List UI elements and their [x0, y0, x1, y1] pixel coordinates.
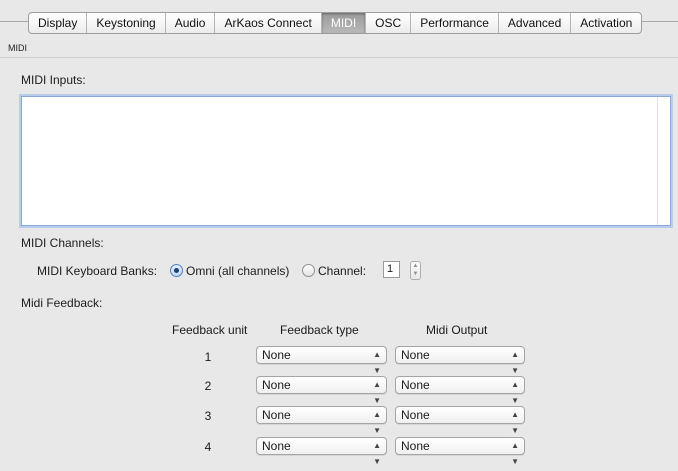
updown-arrows-icon: ▲ ▼ [373, 410, 381, 435]
updown-arrows-icon: ▲ ▼ [511, 441, 519, 466]
select-value: None [401, 408, 430, 422]
select-value: None [262, 408, 291, 422]
midi-feedback-label: Midi Feedback: [21, 296, 103, 310]
feedback-unit-number: 4 [204, 440, 212, 454]
updown-arrows-icon: ▲ ▼ [373, 350, 381, 375]
midi-inputs-scrollbar[interactable] [657, 97, 670, 225]
tab-activation[interactable]: Activation [571, 13, 641, 33]
select-value: None [262, 439, 291, 453]
feedback-unit-number: 1 [204, 350, 212, 364]
tab-arkaos-connect[interactable]: ArKaos Connect [215, 13, 322, 33]
midi-inputs-label: MIDI Inputs: [21, 73, 86, 87]
select-value: None [262, 378, 291, 392]
tab-midi[interactable]: MIDI [321, 13, 367, 33]
updown-arrows-icon: ▲ ▼ [373, 441, 381, 466]
feedback-type-select[interactable]: None ▲ ▼ [256, 406, 387, 435]
midi-output-select[interactable]: None ▲ ▼ [395, 376, 525, 405]
stepper-down-icon[interactable]: ▼ [413, 271, 419, 277]
channel-radio[interactable] [302, 264, 315, 277]
midi-inputs-list[interactable] [21, 96, 671, 226]
feedback-type-select[interactable]: None ▲ ▼ [256, 346, 387, 375]
keyboard-banks-label: MIDI Keyboard Banks: [37, 264, 158, 278]
midi-output-select[interactable]: None ▲ ▼ [395, 346, 525, 375]
omni-radio-label[interactable]: Omni (all channels) [186, 264, 289, 278]
select-value: None [401, 439, 430, 453]
midi-output-header: Midi Output [426, 323, 488, 337]
feedback-unit-number: 2 [204, 379, 212, 393]
preferences-tabbar: Display Keystoning Audio ArKaos Connect … [28, 12, 643, 34]
tab-advanced[interactable]: Advanced [499, 13, 572, 33]
midi-output-select[interactable]: None ▲ ▼ [395, 406, 525, 435]
select-value: None [262, 348, 291, 362]
updown-arrows-icon: ▲ ▼ [511, 410, 519, 435]
feedback-type-select[interactable]: None ▲ ▼ [256, 437, 387, 466]
tab-performance[interactable]: Performance [411, 13, 499, 33]
section-tag: MIDI [8, 43, 27, 53]
stepper-up-icon[interactable]: ▲ [413, 263, 419, 269]
omni-radio[interactable] [170, 264, 183, 277]
midi-channels-label: MIDI Channels: [21, 236, 104, 250]
tab-keystoning[interactable]: Keystoning [87, 13, 166, 33]
channel-radio-label[interactable]: Channel: [318, 264, 366, 278]
updown-arrows-icon: ▲ ▼ [511, 380, 519, 405]
select-value: None [401, 378, 430, 392]
tab-audio[interactable]: Audio [166, 13, 216, 33]
tab-osc[interactable]: OSC [366, 13, 412, 33]
select-value: None [401, 348, 430, 362]
channel-stepper[interactable]: ▲ ▼ [410, 261, 421, 280]
feedback-type-select[interactable]: None ▲ ▼ [256, 376, 387, 405]
feedback-unit-header: Feedback unit [172, 323, 248, 337]
feedback-type-header: Feedback type [280, 323, 359, 337]
section-divider [0, 57, 678, 58]
tab-display[interactable]: Display [29, 13, 88, 33]
updown-arrows-icon: ▲ ▼ [511, 350, 519, 375]
midi-output-select[interactable]: None ▲ ▼ [395, 437, 525, 466]
radio-selected-dot [174, 268, 179, 273]
feedback-unit-number: 3 [204, 409, 212, 423]
updown-arrows-icon: ▲ ▼ [373, 380, 381, 405]
channel-number-field[interactable]: 1 [383, 261, 400, 278]
